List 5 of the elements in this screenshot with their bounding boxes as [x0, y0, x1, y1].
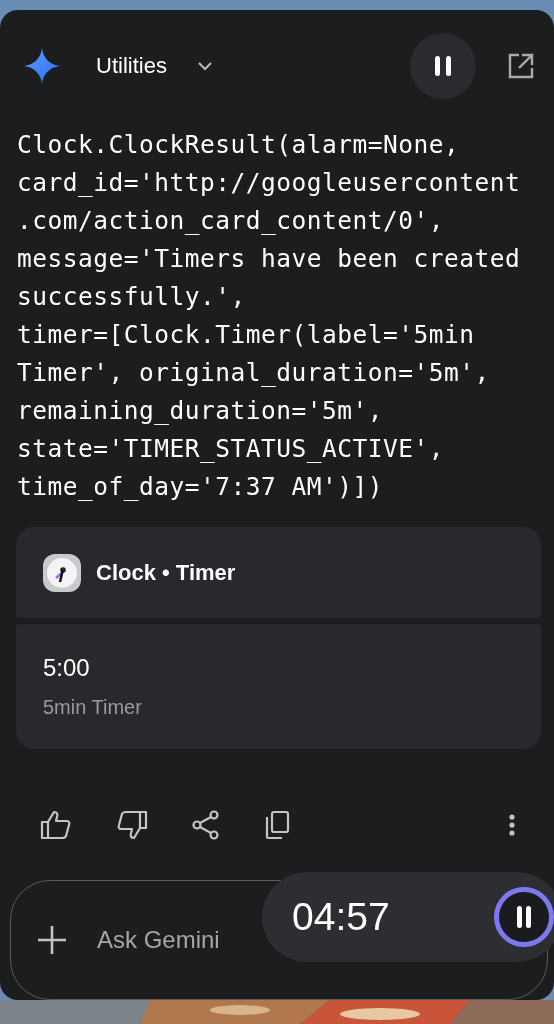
- card-title: Clock • Timer: [96, 559, 236, 586]
- response-text: Clock.ClockResult(alarm=None, card_id='http://googleusercontent .com/action_card_content/0', message='Timers have been created successfully.', timer=[Clock.Timer(label='5min Timer', original_duration='5m', remaining_duration='5m', state='TIMER_STATUS_ACTIVE', time_of_day='7:37 AM')]): [16, 128, 522, 503]
- timer-label: 5min Timer: [43, 696, 143, 720]
- countdown-time: 04:57: [292, 895, 391, 939]
- timer-duration: 5:00: [43, 654, 91, 683]
